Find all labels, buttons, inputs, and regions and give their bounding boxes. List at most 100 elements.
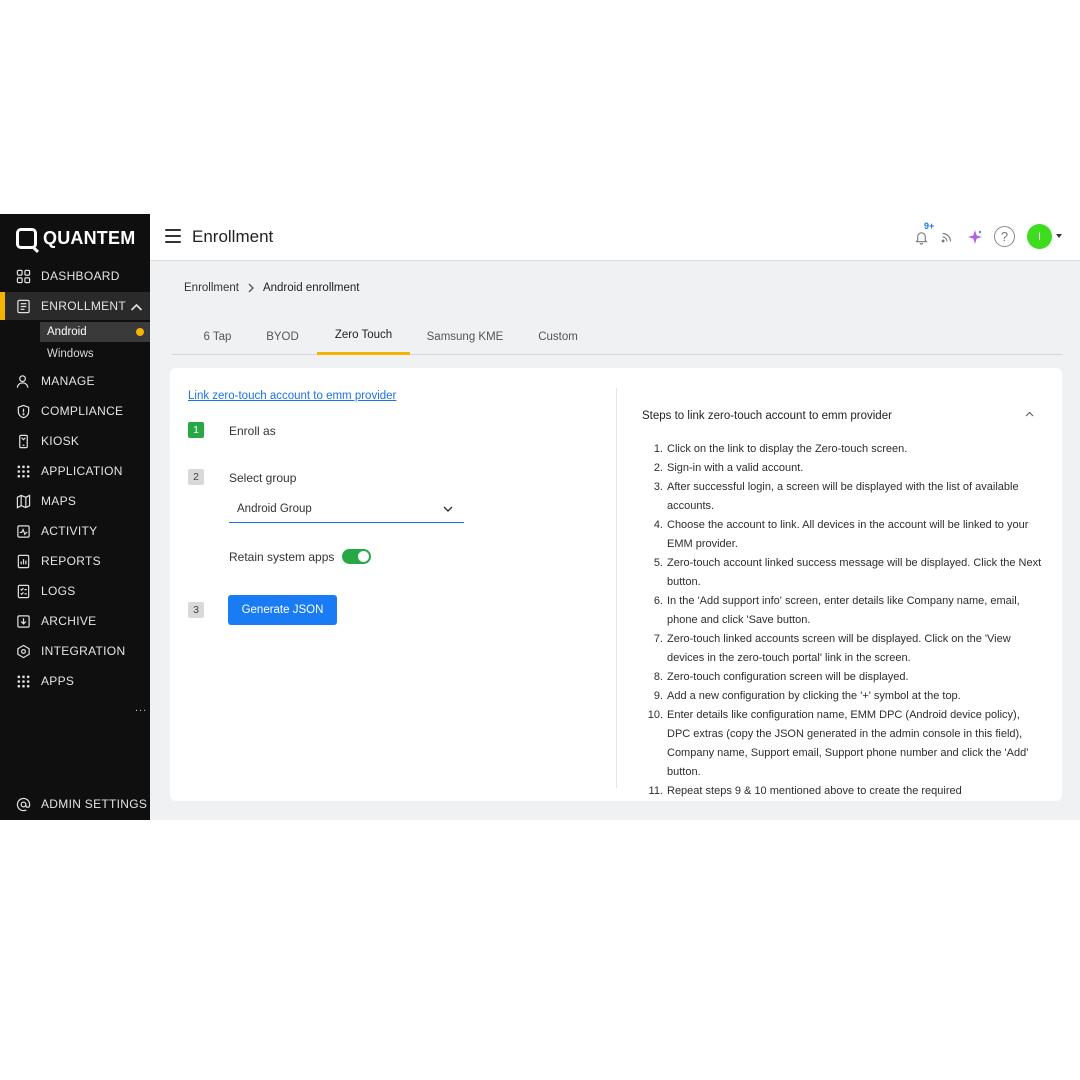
grid-icon bbox=[16, 269, 31, 284]
user-icon bbox=[16, 374, 31, 389]
divider bbox=[616, 388, 617, 788]
step-1-badge: 1 bbox=[188, 422, 204, 438]
instruction-step: 10. Enter details like configuration name… bbox=[647, 709, 1029, 778]
tab-byod[interactable]: BYOD bbox=[255, 318, 310, 355]
brand-logo[interactable]: QUANTEM bbox=[16, 226, 135, 250]
chevron-up-icon[interactable] bbox=[1024, 410, 1035, 418]
step-3-badge: 3 bbox=[188, 602, 204, 618]
map-icon bbox=[16, 493, 31, 509]
kiosk-icon bbox=[16, 434, 31, 449]
archive-icon bbox=[16, 614, 31, 629]
step-1-label: Enroll as bbox=[229, 424, 276, 438]
chevron-right-icon bbox=[248, 283, 254, 293]
logo-icon bbox=[16, 227, 37, 249]
more-icon[interactable]: ... bbox=[135, 702, 147, 714]
avatar[interactable]: I bbox=[1027, 224, 1052, 249]
step-2-badge: 2 bbox=[188, 469, 204, 485]
apps-icon bbox=[16, 674, 31, 689]
sidebar-item-enrollment[interactable]: ENROLLMENT bbox=[0, 292, 150, 320]
sidebar-item-integration[interactable]: INTEGRATION bbox=[0, 637, 150, 665]
sidebar-subitem-android[interactable]: Android bbox=[40, 322, 150, 342]
sidebar-item-apps[interactable]: APPS bbox=[0, 667, 150, 695]
sidebar-item-manage[interactable]: MANAGE bbox=[0, 367, 150, 395]
sidebar-item-label: MAPS bbox=[41, 494, 77, 508]
instruction-step: 7. Zero-touch linked accounts screen will… bbox=[653, 633, 1011, 664]
generate-json-button[interactable]: Generate JSON bbox=[228, 595, 337, 625]
sidebar-item-label: ACTIVITY bbox=[41, 524, 98, 538]
logs-icon bbox=[16, 584, 31, 599]
shield-icon bbox=[16, 404, 31, 419]
instruction-step: 11. Repeat steps 9 & 10 mentioned above t… bbox=[648, 785, 962, 797]
sidebar-item-reports[interactable]: REPORTS bbox=[0, 547, 150, 575]
group-select-value: Android Group bbox=[237, 503, 312, 515]
at-icon bbox=[16, 797, 31, 812]
instruction-step: 8. Zero-touch configuration screen will b… bbox=[653, 671, 909, 683]
reports-icon bbox=[16, 554, 31, 569]
help-icon[interactable]: ? bbox=[994, 226, 1015, 247]
instruction-step: 2. Sign-in with a valid account. bbox=[653, 462, 804, 474]
clipboard-icon bbox=[16, 299, 31, 314]
instruction-step: 4. Choose the account to link. All device… bbox=[653, 519, 1029, 550]
tab-6-tap[interactable]: 6 Tap bbox=[190, 318, 245, 355]
chevron-down-icon bbox=[443, 506, 453, 512]
sparkle-icon[interactable] bbox=[965, 227, 985, 247]
sidebar-item-kiosk[interactable]: KIOSK bbox=[0, 427, 150, 455]
sidebar-item-label: KIOSK bbox=[41, 434, 80, 448]
instruction-step: 6. In the 'Add support info' screen, ente… bbox=[653, 595, 1020, 626]
sidebar-subitem-label: Windows bbox=[47, 348, 94, 360]
retain-system-apps-toggle[interactable] bbox=[342, 549, 371, 564]
sidebar-item-admin-settings[interactable]: ADMIN SETTINGS bbox=[0, 790, 150, 818]
sidebar-item-activity[interactable]: ACTIVITY bbox=[0, 517, 150, 545]
chevron-up-icon[interactable] bbox=[129, 300, 144, 315]
sidebar: QUANTEM DASHBOARD ENROLLMENT Android Win… bbox=[0, 214, 150, 820]
sidebar-item-archive[interactable]: ARCHIVE bbox=[0, 607, 150, 635]
sidebar-item-label: ARCHIVE bbox=[41, 614, 97, 628]
sidebar-subitem-windows[interactable]: Windows bbox=[40, 344, 150, 364]
sidebar-item-logs[interactable]: LOGS bbox=[0, 577, 150, 605]
sidebar-item-label: APPLICATION bbox=[41, 464, 123, 478]
instruction-step: 9. Add a new configuration by clicking th… bbox=[653, 690, 961, 702]
page-title: Enrollment bbox=[192, 227, 274, 246]
zero-touch-card: Link zero-touch account to emm provider … bbox=[170, 368, 1062, 801]
breadcrumb: Enrollment Android enrollment bbox=[184, 282, 360, 294]
sidebar-item-dashboard[interactable]: DASHBOARD bbox=[0, 262, 150, 290]
caret-down-icon[interactable] bbox=[1056, 234, 1062, 238]
instruction-step: 5. Zero-touch account linked success mess… bbox=[653, 557, 1042, 588]
sidebar-item-label: INTEGRATION bbox=[41, 644, 126, 658]
app-window: QUANTEM DASHBOARD ENROLLMENT Android Win… bbox=[0, 214, 1080, 820]
sidebar-item-label: DASHBOARD bbox=[41, 269, 120, 283]
link-zero-touch-account[interactable]: Link zero-touch account to emm provider bbox=[188, 390, 396, 402]
retain-system-apps-label: Retain system apps bbox=[229, 550, 335, 564]
breadcrumb-current: Android enrollment bbox=[262, 282, 360, 294]
instruction-step: 1. Click on the link to display the Zero-… bbox=[653, 443, 908, 455]
sidebar-item-label: ADMIN SETTINGS bbox=[41, 797, 148, 811]
tab-bar: 6 Tap BYOD Zero Touch Samsung KME Custom bbox=[172, 318, 1062, 355]
tab-custom[interactable]: Custom bbox=[527, 318, 589, 355]
sidebar-item-application[interactable]: APPLICATION bbox=[0, 457, 150, 485]
sidebar-item-label: APPS bbox=[41, 674, 75, 688]
sidebar-item-maps[interactable]: MAPS bbox=[0, 487, 150, 515]
sidebar-subitem-label: Android bbox=[47, 326, 87, 338]
menu-icon[interactable] bbox=[165, 229, 181, 243]
group-select[interactable]: Android Group bbox=[229, 496, 464, 523]
activity-icon bbox=[16, 524, 31, 539]
sidebar-item-label: COMPLIANCE bbox=[41, 404, 124, 418]
apps-grid-icon bbox=[16, 464, 31, 479]
notification-badge: 9+ bbox=[924, 221, 935, 231]
integration-icon bbox=[16, 644, 31, 659]
sidebar-item-label: REPORTS bbox=[41, 554, 101, 568]
rss-icon[interactable] bbox=[937, 227, 957, 247]
top-header: Enrollment 9+ ? I bbox=[150, 214, 1080, 261]
brand-name: QUANTEM bbox=[43, 227, 136, 248]
sidebar-item-label: ENROLLMENT bbox=[41, 299, 127, 313]
sidebar-item-label: LOGS bbox=[41, 584, 76, 598]
tab-samsung-kme[interactable]: Samsung KME bbox=[420, 318, 510, 355]
tab-zero-touch[interactable]: Zero Touch bbox=[317, 318, 410, 355]
instructions-title: Steps to link zero-touch account to emm … bbox=[642, 410, 892, 422]
instruction-step: 3. After successful login, a screen will … bbox=[653, 481, 1019, 512]
sidebar-item-label: MANAGE bbox=[41, 374, 95, 388]
step-2-label: Select group bbox=[229, 471, 297, 485]
sidebar-item-compliance[interactable]: COMPLIANCE bbox=[0, 397, 150, 425]
breadcrumb-link[interactable]: Enrollment bbox=[184, 282, 239, 294]
status-dot bbox=[136, 328, 144, 336]
